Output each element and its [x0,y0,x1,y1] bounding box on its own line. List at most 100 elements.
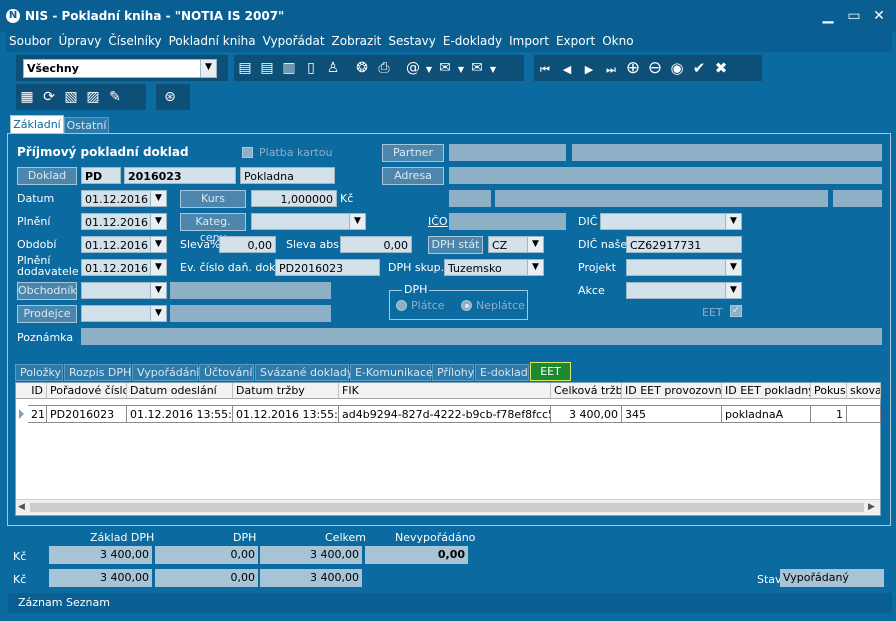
chevron-down-icon[interactable]: ▼ [150,237,166,252]
col-header-datum-odeslani[interactable]: Datum odeslání [127,383,233,399]
ico-field[interactable] [449,213,566,230]
chevron-down-icon[interactable]: ▼ [489,60,497,80]
cell-datum-odeslani[interactable]: 01.12.2016 13:55:37 [127,405,233,423]
add-record-icon[interactable]: ⊕ [623,58,643,78]
maximize-button[interactable]: ▭ [844,8,864,24]
sleva-pct-field[interactable]: 0,00 [219,236,276,253]
previous-record-icon[interactable]: ◀ [557,60,577,80]
dph-stat-select[interactable]: CZ ▼ [488,236,544,253]
doklad-button[interactable]: Doklad [17,167,77,185]
menu-zobrazit[interactable]: Zobrazit [329,32,385,50]
poznamka-field[interactable] [81,328,882,345]
dic-nase-field[interactable]: CZ62917731 [626,236,742,253]
chevron-down-icon[interactable]: ▼ [527,237,543,252]
partner-code-field[interactable] [449,144,566,161]
prodejce-select[interactable]: ▼ [81,305,167,322]
doklad-name-field[interactable]: Pokladna [240,167,335,184]
confirm-icon[interactable]: ✔ [689,58,709,78]
akce-select[interactable]: ▼ [626,282,742,299]
email-at-icon[interactable]: @ [403,58,423,78]
menu-okno[interactable]: Okno [599,32,636,50]
refresh-icon[interactable]: ⟳ [39,87,59,107]
platba-kartou-checkbox[interactable] [242,147,253,158]
adresa-button[interactable]: Adresa [382,167,444,185]
cell-pokus[interactable]: 1 [811,405,847,423]
dph-skup-select[interactable]: Tuzemsko ▼ [444,259,544,276]
menu-ciselniky[interactable]: Číselníky [105,32,164,50]
tab-e-doklad[interactable]: E-doklad [475,364,529,381]
cell-celkova-trzba[interactable]: 3 400,00 [551,405,622,423]
partner-button[interactable]: Partner [382,144,444,162]
grid-filter-icon[interactable]: ▨ [83,87,103,107]
first-record-icon[interactable]: ⏮ [535,60,555,80]
minimize-button[interactable]: ▁ [818,8,838,24]
chevron-down-icon[interactable]: ▼ [725,260,741,275]
mesto-field[interactable] [495,190,828,207]
plneni-dodavatele-field[interactable]: 01.12.2016 ▼ [81,259,167,276]
status-tab-seznam[interactable]: Seznam [66,596,110,609]
plneni-field[interactable]: 01.12.2016 ▼ [81,213,167,230]
chevron-down-icon[interactable]: ▼ [457,60,465,80]
obchodnik-name-field[interactable] [170,282,331,299]
filter-select[interactable]: Všechny ▼ [23,59,217,78]
col-header-fik[interactable]: FIK [339,383,551,399]
prodejce-name-field[interactable] [170,305,331,322]
tab-zakladni[interactable]: Základní [10,115,64,134]
psc-field[interactable] [449,190,491,207]
chevron-down-icon[interactable]: ▼ [150,191,166,206]
filter-search-icon[interactable]: ▧ [61,87,81,107]
cell-id[interactable]: 21 [28,405,47,423]
chevron-down-icon[interactable]: ▼ [200,60,216,77]
currency-icon[interactable]: ❂ [352,58,372,78]
projekt-select[interactable]: ▼ [626,259,742,276]
col-header-poradove-cislo[interactable]: Pořadové číslo [47,383,127,399]
menu-soubor[interactable]: Soubor [6,32,54,50]
stamp-icon[interactable]: ♙ [323,58,343,78]
col-header-pokus[interactable]: Pokus [811,383,847,399]
chevron-down-icon[interactable]: ▼ [349,214,365,229]
scroll-left-icon[interactable]: ◀ [18,502,25,512]
col-header-id-eet-provozovny[interactable]: ID EET provozovny [622,383,722,399]
tab-rozpis-dph[interactable]: Rozpis DPH [64,364,131,381]
menu-vyporadat[interactable]: Vypořádat [260,32,328,50]
pencil-icon[interactable]: ✎ [105,87,125,107]
tab-ostatni[interactable]: Ostatní [64,117,109,134]
kurs-button[interactable]: Kurs [180,190,246,208]
tab-e-komunikace[interactable]: E-Komunikace [350,364,433,381]
col-header-skovat[interactable]: skovat [847,383,881,399]
dph-stat-button[interactable]: DPH stát [428,236,483,254]
chevron-down-icon[interactable]: ▼ [150,214,166,229]
kateg-ceny-select[interactable]: ▼ [251,213,366,230]
obchodnik-select[interactable]: ▼ [81,282,167,299]
mail-send-icon[interactable]: ✉ [435,58,455,78]
chevron-down-icon[interactable]: ▼ [725,283,741,298]
obchodnik-button[interactable]: Obchodník [17,282,77,300]
menu-export[interactable]: Export [553,32,598,50]
chevron-down-icon[interactable]: ▼ [150,306,166,321]
col-header-datum-trzby[interactable]: Datum tržby [233,383,339,399]
dic-select[interactable]: ▼ [600,213,742,230]
horizontal-scrollbar[interactable]: ◀ ▶ [16,499,880,515]
cell-id-eet-provozovny[interactable]: 345 [622,405,722,423]
datum-field[interactable]: 01.12.2016 ▼ [81,190,167,207]
obdobi-field[interactable]: 01.12.2016 ▼ [81,236,167,253]
mail-settings-icon[interactable]: ✉ [467,58,487,78]
cell-fik[interactable]: ad4b9294-827d-4222-b9cb-f78ef8fcc576-ff [339,405,551,423]
tab-vyporadani[interactable]: Vypořádání [132,364,199,381]
prodejce-button[interactable]: Prodejce [17,305,77,323]
doklad-type-field[interactable]: PD [81,167,121,184]
next-record-icon[interactable]: ▶ [579,60,599,80]
chevron-down-icon[interactable]: ▼ [425,60,433,80]
chevron-down-icon[interactable]: ▼ [150,260,166,275]
menu-sestavy[interactable]: Sestavy [385,32,439,50]
cell-datum-trzby[interactable]: 01.12.2016 13:55:37 [233,405,339,423]
chevron-down-icon[interactable]: ▼ [150,283,166,298]
scroll-thumb[interactable] [30,503,864,512]
delete-record-icon[interactable]: ⊖ [645,58,665,78]
doklad-number-field[interactable]: 2016023 [124,167,236,184]
cell-poradove-cislo[interactable]: PD2016023 [47,405,127,423]
clipboard-icon[interactable]: ▯ [301,58,321,78]
menu-import[interactable]: Import [506,32,552,50]
col-header-id-eet-pokladny[interactable]: ID EET pokladny [722,383,811,399]
status-tab-zaznam[interactable]: Záznam [18,596,62,609]
